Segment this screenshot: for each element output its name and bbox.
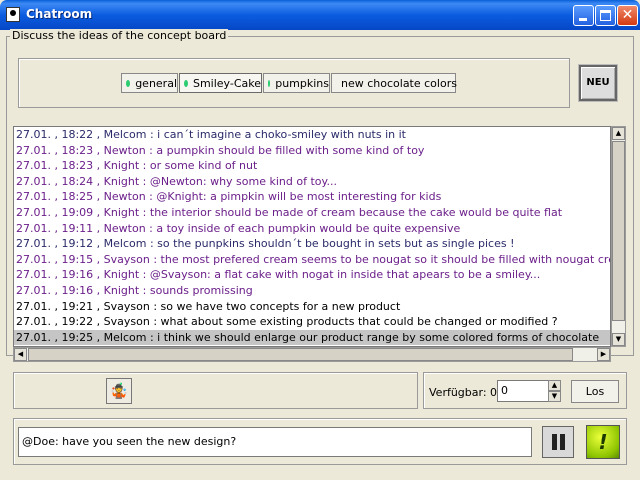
chat-message[interactable]: 27.01. , 19:25 , Melcom : i think we sho…	[14, 329, 610, 346]
minimize-button[interactable]	[573, 5, 594, 26]
chat-message: 27.01. , 18:22 , Melcom : i can´t imagin…	[16, 128, 406, 141]
tab-label: new chocolate colors	[341, 76, 457, 90]
scroll-up-arrow-icon[interactable]: ▲	[612, 127, 625, 140]
chat-message: 27.01. , 19:16 , Knight : sounds promiss…	[16, 283, 253, 297]
chat-message: 27.01. , 18:23 , Knight : or some kind o…	[16, 159, 258, 173]
chat-message: 27.01. , 18:23 , Newton : a pumpkin shou…	[16, 143, 425, 157]
close-icon: ✕	[621, 7, 634, 23]
pause-icon-bar	[560, 434, 565, 450]
horizontal-scroll-thumb[interactable]	[28, 348, 573, 361]
duke-juggler-button[interactable]: 🤹	[106, 378, 132, 404]
status-dot-icon	[184, 79, 188, 87]
chat-message: 27.01. , 19:09 , Knight : the interior s…	[16, 205, 563, 219]
available-spinner-input[interactable]: 0	[497, 380, 549, 402]
title-bar[interactable]: Chatroom ✕	[0, 0, 640, 30]
duke-juggler-icon: 🤹	[109, 382, 129, 400]
chat-message: 27.01. , 19:15 , Svayson : the most pref…	[16, 252, 611, 266]
chat-log[interactable]: 27.01. , 18:22 , Melcom : i can´t imagin…	[13, 126, 611, 347]
pause-icon	[552, 434, 557, 450]
tab-label: Smiley-Cake	[192, 76, 261, 90]
message-input[interactable]: @Doe: have you seen the new design?	[18, 427, 532, 457]
tab-label: general	[135, 76, 177, 90]
status-dot-icon	[126, 79, 131, 87]
chat-message: 27.01. , 19:22 , Svayson : what about so…	[16, 315, 558, 329]
tab-general[interactable]: general	[121, 73, 178, 93]
chat-message: 27.01. , 19:16 , Knight : @Svayson: a fl…	[16, 268, 541, 282]
spinner-down-arrow-icon[interactable]: ▼	[548, 391, 561, 402]
new-topic-button[interactable]: NEU	[578, 64, 618, 102]
tools-panel	[13, 372, 418, 409]
status-dot-icon	[268, 79, 271, 87]
exclamation-icon: !	[598, 430, 608, 454]
vertical-scroll-thumb[interactable]	[612, 141, 625, 321]
maximize-button[interactable]	[595, 5, 616, 26]
los-button[interactable]: Los	[571, 380, 619, 403]
chat-vertical-scrollbar[interactable]: ▲ ▼	[611, 126, 626, 347]
chat-horizontal-scrollbar[interactable]: ◀ ▶	[13, 347, 611, 362]
tab-label: pumpkins	[275, 76, 329, 90]
scroll-left-arrow-icon[interactable]: ◀	[14, 348, 27, 361]
pause-button[interactable]	[542, 426, 574, 458]
tab-pumpkins[interactable]: pumpkins	[263, 73, 330, 93]
chat-message: 27.01. , 19:11 , Newton : a toy inside o…	[16, 221, 461, 235]
chat-message: 27.01. , 18:24 , Knight : @Newton: why s…	[16, 174, 337, 188]
minimize-icon	[579, 18, 587, 21]
chat-message: 27.01. , 19:21 , Svayson : so we have tw…	[16, 299, 401, 313]
group-label: Discuss the ideas of the concept board	[10, 29, 229, 42]
java-app-icon	[6, 7, 20, 22]
available-label: Verfügbar: 0	[429, 386, 498, 399]
alert-button[interactable]: !	[586, 425, 620, 459]
spinner-up-arrow-icon[interactable]: ▲	[548, 380, 561, 391]
close-button[interactable]: ✕	[617, 5, 638, 26]
scroll-right-arrow-icon[interactable]: ▶	[597, 348, 610, 361]
chat-message: 27.01. , 18:25 , Newton : @Knight: a pim…	[16, 190, 442, 204]
tab-smiley-cake[interactable]: Smiley-Cake	[179, 73, 262, 93]
scroll-down-arrow-icon[interactable]: ▼	[612, 333, 625, 346]
tab-new-chocolate-colors[interactable]: new chocolate colors	[331, 73, 457, 93]
window-title: Chatroom	[26, 7, 93, 21]
chat-message: 27.01. , 19:12 , Melcom : so the punpkin…	[16, 237, 515, 251]
maximize-icon	[600, 10, 611, 21]
